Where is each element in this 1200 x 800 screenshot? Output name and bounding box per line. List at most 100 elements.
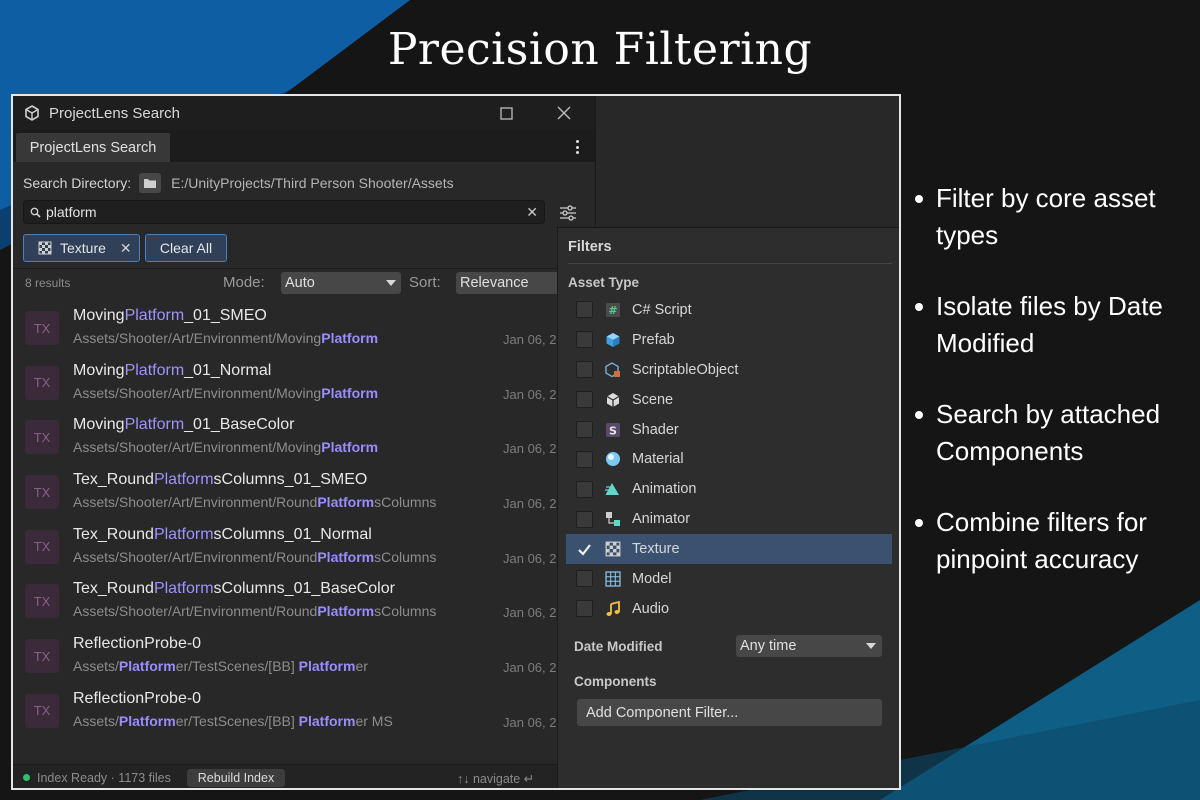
animation-icon xyxy=(604,480,622,498)
result-date: Jan 06, 2 xyxy=(503,714,557,730)
result-row[interactable]: TX ReflectionProbe-0 Assets/Platformer/Tes… xyxy=(13,629,595,684)
result-path: Assets/Shooter/Art/Environment/RoundPlat… xyxy=(73,603,437,620)
result-name: MovingPlatform_01_Normal xyxy=(73,361,272,379)
checkbox[interactable] xyxy=(576,421,593,438)
checkbox[interactable] xyxy=(576,570,593,588)
result-date: Jan 06, 2 xyxy=(503,386,557,402)
asset-type-option[interactable]: Animation xyxy=(566,474,892,504)
search-icon xyxy=(30,206,42,218)
result-row[interactable]: TX MovingPlatform_01_Normal Assets/Shooter… xyxy=(13,356,595,411)
mode-value: Auto xyxy=(285,275,315,291)
texture-thumbnail-icon: TX xyxy=(25,365,59,400)
active-filter-chip-texture[interactable]: Texture ✕ xyxy=(23,234,140,262)
checkbox[interactable] xyxy=(576,361,593,379)
asset-type-option[interactable]: Texture xyxy=(566,534,892,565)
result-row[interactable]: TX MovingPlatform_01_BaseColor Assets/Shoo… xyxy=(13,410,595,465)
asset-type-option[interactable]: # C# Script xyxy=(566,295,892,325)
bullet-item: Search by attached Components xyxy=(910,396,1195,470)
remove-chip-icon[interactable]: ✕ xyxy=(120,240,132,257)
result-name: MovingPlatform_01_SMEO xyxy=(73,307,267,324)
status-indicator-icon xyxy=(23,774,30,781)
asset-type-option[interactable]: S Shader xyxy=(566,415,892,445)
result-date: Jan 06, 2 xyxy=(503,550,557,566)
svg-text:S: S xyxy=(609,424,617,437)
texture-thumbnail-icon: TX xyxy=(25,639,59,674)
asset-type-option[interactable]: Model xyxy=(566,564,892,594)
checkmark-icon xyxy=(578,543,591,556)
result-row[interactable]: TX MovingPlatform_01_SMEO Assets/Shooter/A… xyxy=(13,301,595,356)
asset-type-label: ScriptableObject xyxy=(632,361,739,378)
asset-type-option[interactable]: Animator xyxy=(566,504,892,534)
title-bar: ProjectLens Search xyxy=(13,96,595,130)
checkbox[interactable] xyxy=(576,540,593,558)
projectlens-window: ProjectLens Search ProjectLens Search Se… xyxy=(11,94,901,790)
divider xyxy=(568,263,892,264)
divider xyxy=(13,268,595,269)
maximize-button[interactable] xyxy=(495,102,517,124)
result-path: Assets/Platformer/TestScenes/[BB] Platfo… xyxy=(73,658,368,675)
mode-label: Mode: xyxy=(223,274,265,291)
result-row[interactable]: TX ReflectionProbe-0 Assets/Platformer/Tes… xyxy=(13,684,595,739)
asset-type-option[interactable]: Scene xyxy=(566,385,892,415)
checkbox[interactable] xyxy=(576,600,593,618)
chevron-down-icon xyxy=(866,643,876,649)
asset-type-label: Model xyxy=(632,570,672,587)
more-options-icon[interactable] xyxy=(569,138,585,156)
close-icon xyxy=(557,106,571,120)
asset-type-label: Scene xyxy=(632,391,674,408)
prefab-icon xyxy=(604,331,622,349)
result-path: Assets/Shooter/Art/Environment/MovingPla… xyxy=(73,384,379,401)
asset-type-option[interactable]: Material xyxy=(566,444,892,474)
checkbox[interactable] xyxy=(576,480,593,498)
add-component-filter-button[interactable]: Add Component Filter... xyxy=(577,699,882,726)
asset-type-label: Shader xyxy=(632,421,679,438)
result-date: Jan 06, 2 xyxy=(503,332,557,347)
checkbox[interactable] xyxy=(576,301,593,319)
filter-settings-button[interactable] xyxy=(557,202,579,224)
asset-type-label: Animation xyxy=(632,481,697,498)
browse-folder-button[interactable] xyxy=(139,173,162,193)
clear-all-button[interactable]: Clear All xyxy=(145,234,227,262)
model-icon xyxy=(604,570,622,588)
checkbox[interactable] xyxy=(576,331,593,349)
checkbox[interactable] xyxy=(576,510,593,528)
close-window-button[interactable] xyxy=(553,102,575,124)
clear-search-icon[interactable]: ✕ xyxy=(526,204,538,221)
sort-dropdown[interactable]: Relevance xyxy=(456,272,566,294)
shader-icon: S xyxy=(604,421,622,439)
result-name: Tex_RoundPlatformsColumns_01_BaseColor xyxy=(73,580,395,598)
results-count: 8 results xyxy=(25,276,71,290)
checkbox[interactable] xyxy=(576,450,593,468)
folder-icon xyxy=(144,179,157,188)
texture-thumbnail-icon: TX xyxy=(25,693,59,728)
chip-label: Texture xyxy=(60,240,106,256)
filters-title: Filters xyxy=(568,239,612,255)
result-path: Assets/Shooter/Art/Environment/RoundPlat… xyxy=(73,548,437,565)
checkbox[interactable] xyxy=(576,391,593,409)
asset-type-label: Texture xyxy=(632,541,680,558)
sliders-icon xyxy=(560,205,576,221)
rebuild-index-button[interactable]: Rebuild Index xyxy=(187,769,285,787)
asset-type-option[interactable]: ScriptableObject xyxy=(566,355,892,385)
status-bar: Index Ready · 1173 files Rebuild Index ↑… xyxy=(13,764,595,788)
tab-projectlens-search[interactable]: ProjectLens Search xyxy=(16,133,170,162)
date-modified-dropdown[interactable]: Any time xyxy=(736,635,882,657)
search-input[interactable]: platform ✕ xyxy=(23,200,545,224)
bullet-item: Combine filters for pinpoint accuracy xyxy=(910,504,1195,578)
result-path: Assets/Platformer/TestScenes/[BB] Platfo… xyxy=(73,712,393,729)
headline: Precision Filtering xyxy=(387,24,813,75)
search-directory-path: E:/UnityProjects/Third Person Shooter/As… xyxy=(171,175,454,191)
mode-dropdown[interactable]: Auto xyxy=(281,272,401,294)
result-row[interactable]: TX Tex_RoundPlatformsColumns_01_SMEO Asset… xyxy=(13,465,595,520)
result-date: Jan 06, 2 xyxy=(503,496,557,512)
tab-bar: ProjectLens Search xyxy=(13,130,595,162)
asset-type-label: Material xyxy=(632,451,684,468)
result-row[interactable]: TX Tex_RoundPlatformsColumns_01_Normal Ass… xyxy=(13,520,595,575)
result-row[interactable]: TX Tex_RoundPlatformsColumns_01_BaseColor… xyxy=(13,574,595,629)
asset-type-option[interactable]: Audio xyxy=(566,594,892,624)
date-modified-label: Date Modified xyxy=(574,639,663,654)
asset-type-option[interactable]: Prefab xyxy=(566,325,892,355)
asset-type-label: Prefab xyxy=(632,331,675,348)
search-editor-panel: ProjectLens Search ProjectLens Search Se… xyxy=(13,96,595,788)
texture-thumbnail-icon: TX xyxy=(25,311,59,345)
